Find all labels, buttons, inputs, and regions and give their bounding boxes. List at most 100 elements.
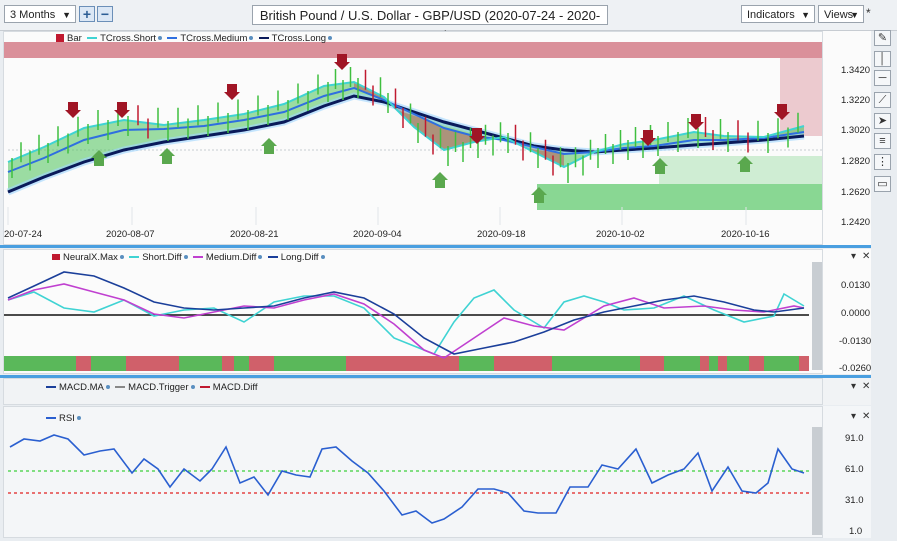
signal-bar [700, 356, 709, 371]
settings-dot-icon[interactable] [183, 255, 188, 260]
rsi-swatch [46, 417, 56, 420]
macd-diff-swatch [199, 386, 210, 389]
settings-dot-icon[interactable] [328, 36, 333, 41]
collapse-icon[interactable]: ▾ [851, 411, 856, 422]
chevron-down-icon: ▼ [62, 10, 71, 20]
neural-chart[interactable] [4, 250, 823, 374]
macd-trigger-swatch [115, 386, 126, 389]
vertical-line-icon[interactable]: │ [874, 51, 891, 67]
add-button[interactable]: + [79, 6, 95, 22]
signal-bar [222, 356, 234, 371]
buy-arrow-icon [432, 172, 448, 188]
x-tick: 2020-10-02 [596, 229, 645, 240]
sell-arrow-icon [224, 84, 240, 100]
y-tick: 61.0 [845, 464, 864, 475]
price-chart[interactable] [4, 32, 823, 245]
y-tick: 1.3420 [841, 65, 871, 76]
y-tick: 1.0 [849, 526, 863, 537]
signal-bar [764, 356, 799, 371]
settings-dot-icon[interactable] [158, 36, 163, 41]
collapse-icon[interactable]: ▾ [851, 251, 856, 262]
legend-bar: Bar [67, 33, 82, 44]
close-icon[interactable]: ✕ [862, 381, 870, 392]
close-icon[interactable]: ✕ [862, 411, 870, 422]
settings-dot-icon[interactable] [249, 36, 254, 41]
signal-bar [179, 356, 222, 371]
indicators-select[interactable]: Indicators ▼ [741, 5, 815, 23]
legend-medium-diff: Medium.Diff [205, 252, 257, 263]
collapse-icon[interactable]: ▾ [851, 381, 856, 392]
scroll-strip [812, 262, 822, 370]
signal-bar [664, 356, 700, 371]
signal-bar [749, 356, 764, 371]
x-tick: 2020-10-16 [721, 229, 770, 240]
signal-bar [640, 356, 664, 371]
signal-bar [727, 356, 749, 371]
resistance-zone-extension [780, 58, 822, 136]
legend-tcross-short: TCross.Short [100, 33, 157, 44]
pencil-icon[interactable]: ✎ [874, 30, 891, 46]
macd-pane[interactable]: MACD.MA MACD.Trigger MACD.Diff [3, 378, 823, 405]
legend-rsi: RSI [59, 413, 75, 424]
chart-title[interactable]: British Pound / U.S. Dollar - GBP/USD (2… [252, 5, 608, 43]
y-tick: 0.0000 [841, 308, 871, 319]
price-legend: Bar TCross.Short TCross.Medium TCross.Lo… [56, 33, 333, 44]
cursor-icon[interactable]: ➤ [874, 113, 891, 129]
y-tick: -0.0260 [839, 363, 872, 374]
settings-dot-icon[interactable] [119, 255, 124, 260]
close-icon[interactable]: ✕ [862, 251, 870, 262]
y-tick: 1.2420 [841, 217, 871, 228]
sell-arrow-icon [114, 102, 130, 118]
pane-separator[interactable] [0, 245, 871, 248]
signal-bar [494, 356, 552, 371]
pin-icon[interactable]: * [866, 6, 871, 20]
y-tick: 1.3020 [841, 125, 871, 136]
price-pane[interactable]: Bar TCross.Short TCross.Medium TCross.Lo… [3, 31, 823, 245]
legend-macd-diff: MACD.Diff [212, 382, 258, 393]
buy-arrow-icon [261, 138, 277, 154]
comment-icon[interactable]: ▭ [874, 176, 891, 192]
rsi-y-axis: ▾ ✕ 91.0 61.0 31.0 1.0 [823, 406, 871, 538]
resistance-zone [4, 42, 822, 58]
signal-bar [274, 356, 346, 371]
signal-bar [91, 356, 126, 371]
signal-bar [126, 356, 179, 371]
x-tick: 2020-08-07 [106, 229, 155, 240]
x-tick: 2020-08-21 [230, 229, 279, 240]
period-select[interactable]: 3 Months ▼ [4, 5, 76, 23]
scroll-strip [812, 427, 822, 535]
settings-dot-icon[interactable] [190, 385, 195, 390]
signal-bar [709, 356, 718, 371]
legend-macd-trigger: MACD.Trigger [128, 382, 189, 393]
y-tick: 31.0 [845, 495, 864, 506]
signal-bar [234, 356, 249, 371]
views-select[interactable]: Views ▼ [818, 5, 864, 23]
x-tick: 20-07-24 [4, 229, 43, 240]
toolbar: 3 Months ▼ + − British Pound / U.S. Doll… [0, 0, 897, 43]
settings-dot-icon[interactable] [76, 416, 81, 421]
ruler-icon[interactable]: ⟋ [874, 92, 891, 108]
chevron-down-icon: ▼ [801, 10, 810, 20]
signal-bar [718, 356, 727, 371]
y-tick: 1.2820 [841, 156, 871, 167]
horizontal-line-icon[interactable]: ─ [874, 70, 891, 86]
settings-dot-icon[interactable] [320, 255, 325, 260]
remove-button[interactable]: − [97, 6, 113, 22]
long-diff-swatch [267, 256, 278, 259]
rsi-chart[interactable] [4, 407, 823, 538]
legend-neuralx: NeuralX.Max [63, 252, 118, 263]
tcross-short-swatch [87, 37, 98, 40]
short-diff-line [7, 289, 805, 355]
settings-dot-icon[interactable] [258, 255, 263, 260]
rsi-pane[interactable]: RSI [3, 406, 823, 538]
y-tick: 91.0 [845, 433, 864, 444]
settings-dot-icon[interactable] [105, 385, 110, 390]
signal-bar [4, 356, 76, 371]
legend-short-diff: Short.Diff [142, 252, 182, 263]
signal-bar [459, 356, 494, 371]
channel-icon[interactable]: ≡ [874, 133, 891, 149]
neural-pane[interactable]: NeuralX.Max Short.Diff Medium.Diff Long.… [3, 249, 823, 374]
legend-macd-ma: MACD.MA [59, 382, 104, 393]
support-zone [537, 184, 822, 210]
dotted-line-icon[interactable]: ⋮ [874, 154, 891, 170]
